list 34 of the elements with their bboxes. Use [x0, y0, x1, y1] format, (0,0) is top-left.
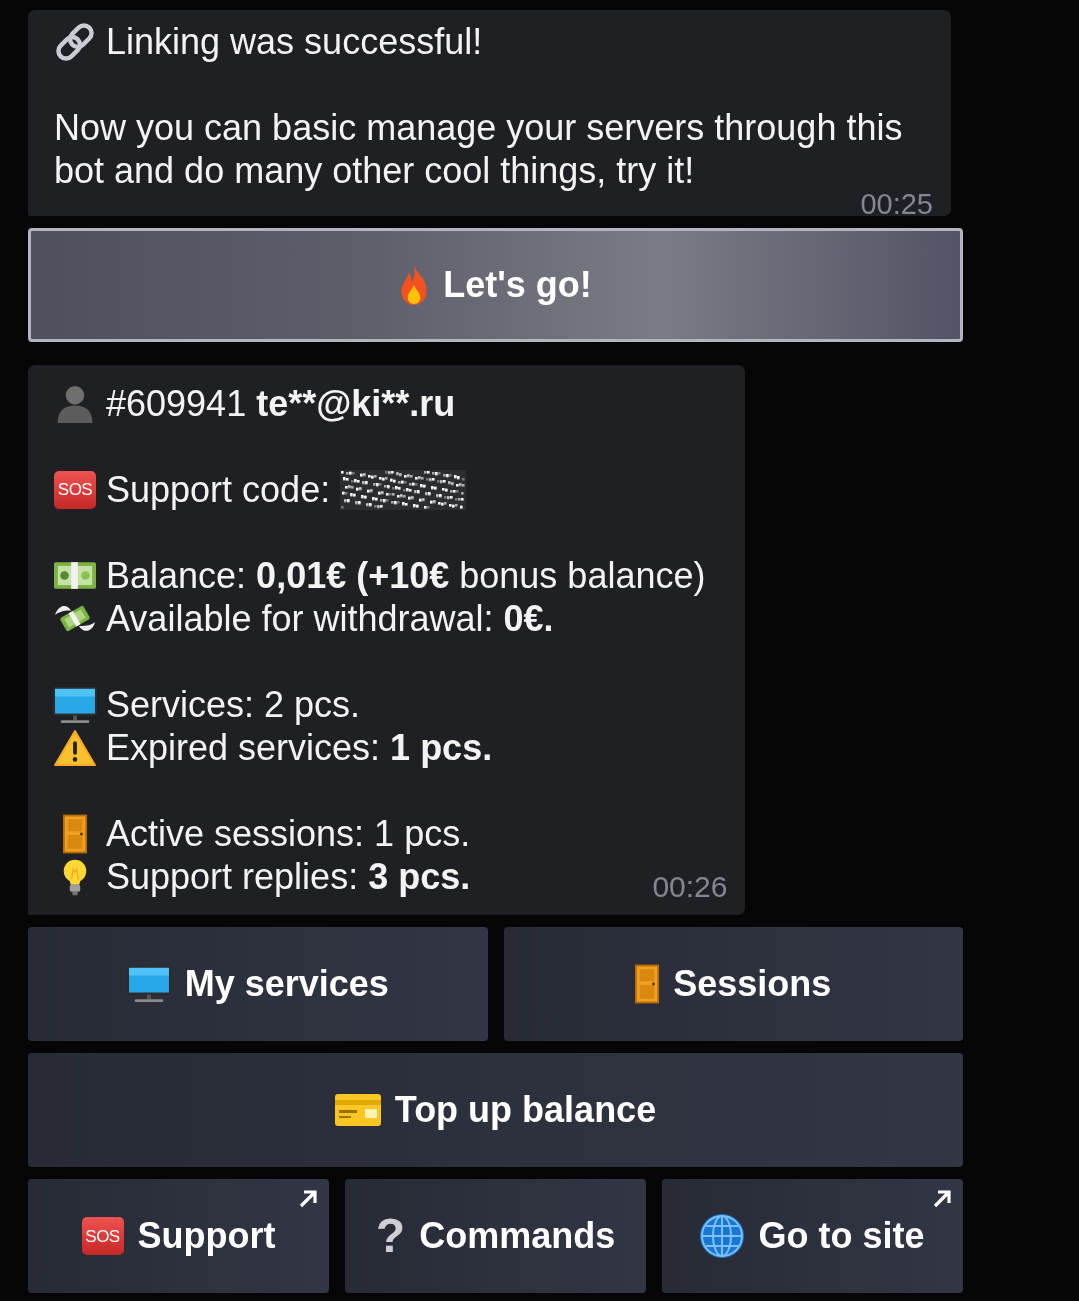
message-text: Active sessions: 1 pcs.	[106, 812, 471, 855]
fire-icon	[399, 264, 430, 306]
monitor-icon	[126, 965, 171, 1003]
message-text: Now you can basic manage your servers through this bot and do many other cool things, try it!	[54, 106, 904, 192]
question-mark-icon: ?	[375, 1212, 406, 1260]
keyboard-button[interactable]: SOS Support	[28, 1179, 329, 1293]
link-icon	[56, 22, 94, 61]
message-text: Support replies: 3 pcs.	[106, 855, 471, 898]
keyboard-button[interactable]: Sessions	[503, 927, 963, 1041]
message-text: Linking was successful!	[106, 20, 483, 63]
message-text: Available for withdrawal: 0€.	[106, 597, 554, 640]
door-icon	[635, 964, 660, 1004]
person-icon	[57, 384, 93, 423]
credit-card-icon	[334, 1094, 381, 1126]
banknote-icon	[54, 562, 96, 589]
message-text: Services: 2 pcs.	[106, 683, 361, 726]
warning-icon	[54, 728, 96, 767]
globe-icon	[700, 1214, 745, 1258]
door-icon	[63, 813, 87, 854]
message-text: Balance: 0,01€ (+10€ bonus balance)	[106, 554, 706, 597]
monitor-icon	[53, 685, 97, 724]
keyboard-button[interactable]: My services	[28, 927, 488, 1041]
keyboard-button[interactable]: Let's go!	[28, 228, 963, 342]
message-text: #609941 te**@ki**.ru	[106, 382, 456, 425]
message-time: 00:26	[652, 870, 728, 904]
sos-icon: SOS	[81, 1217, 124, 1255]
light-bulb-icon	[62, 857, 88, 896]
keyboard-button[interactable]: ? Commands	[345, 1179, 646, 1293]
keyboard-button[interactable]: Top up balance	[28, 1053, 963, 1167]
message-text: Expired services: 1 pcs.	[106, 726, 493, 769]
message-text: Support code:	[106, 468, 331, 511]
message-time: 00:25	[860, 192, 933, 216]
keyboard-button[interactable]: Go to site	[662, 1179, 963, 1293]
sos-icon: SOS	[54, 470, 96, 509]
